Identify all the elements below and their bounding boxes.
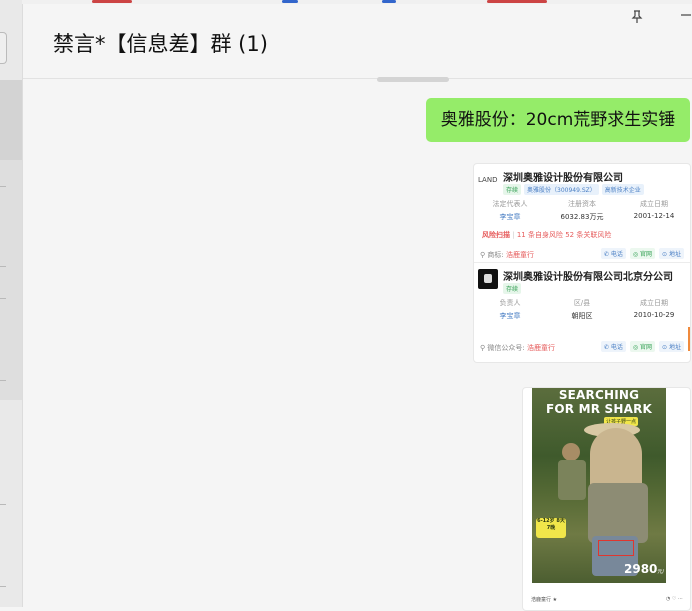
accent-bar [688,327,690,351]
chat-message-area[interactable]: 奥雅股份：20cm荒野求生实锤 LAND 深圳奥雅设计股份有限公司 存续 奥雅股份… [23,79,692,611]
chat-header: 禁言*【信息差】群 (1) [23,4,692,82]
child-figure-head [562,443,580,461]
highlight-box [598,540,634,556]
chat-title: 禁言*【信息差】群 (1) [53,32,268,56]
website-action: ◎ 官网 [629,341,656,352]
child-figure-body [558,460,586,500]
link-icon: ⚲ [480,344,486,352]
company-logo: LAND [478,170,498,190]
left-sidebar-strip [0,0,23,607]
phone-action: ✆ 电话 [600,248,626,259]
field-label: 法定代表人 [492,200,528,208]
sidebar-divider [0,186,6,187]
stock-tag: 奥雅股份（300949.SZ） [524,184,599,195]
wechat-account-row: ⚲ 微信公众号: 浩鹿童行 [480,344,555,352]
address-action: ⊙ 地址 [659,341,684,352]
pin-icon[interactable] [628,10,646,28]
poster-age-badge: 6-12岁 8天7晚 [536,518,566,538]
website-action: ◎ 官网 [629,248,656,259]
poster-footer-icons: ◔ ♡ ⋯ [665,596,683,602]
message-bubble-self[interactable]: 奥雅股份：20cm荒野求生实锤 [426,98,690,142]
company-entry: 深圳奥雅设计股份有限公司北京分公司 存续 负责人 李宝章 区/县 朝阳区 成立日… [474,263,690,361]
sidebar-divider [0,380,6,381]
capital-value: 6032.83万元 [560,213,604,221]
sidebar-divider [0,504,6,505]
sidebar-divider [0,586,6,587]
company-name: 深圳奥雅设计股份有限公司北京分公司 [503,272,673,283]
minimize-icon[interactable] [677,8,692,26]
sidebar-divider [0,298,6,299]
company-info-image[interactable]: LAND 深圳奥雅设计股份有限公司 存续 奥雅股份（300949.SZ） 高新技术企… [473,163,691,363]
sidebar-selected-item[interactable] [0,80,22,160]
trademark-row: ⚲ 商标: 浩鹿童行 [480,251,534,259]
legal-rep-value: 李宝章 [499,213,521,221]
sidebar-list-area[interactable] [0,160,22,400]
phone-action: ✆ 电话 [600,341,626,352]
sidebar-search-handle[interactable] [0,32,7,64]
link-icon: ⚲ [480,251,486,259]
poster-image-message[interactable]: SEARCHING FOR MR SHARK 让孩子野一点 6-12岁 8天7晚… [522,387,691,611]
risk-scan-row: 风险扫描 | 11 条自身风险 52 条关联风险 [482,231,612,239]
district-value: 朝阳区 [571,312,593,320]
field-label: 注册资本 [568,200,596,208]
field-label: 成立日期 [640,299,668,307]
adult-figure-head [590,428,642,490]
hitech-tag: 高新技术企业 [601,184,644,195]
founded-date-value: 2010-10-29 [633,311,675,319]
company-logo [478,269,498,289]
address-action: ⊙ 地址 [659,248,684,259]
poster-image: SEARCHING FOR MR SHARK 让孩子野一点 6-12岁 8天7晚… [532,388,666,583]
status-badge: 存续 [503,283,522,294]
field-label: 成立日期 [640,200,668,208]
status-badge: 存续 [503,184,522,195]
poster-footer: 浩鹿童行 ★ ◔ ♡ ⋯ [531,596,683,603]
founded-date-value: 2001-12-14 [633,212,675,220]
poster-price: 2980元/人 [624,562,665,576]
company-entry: LAND 深圳奥雅设计股份有限公司 存续 奥雅股份（300949.SZ） 高新技术企… [474,164,690,263]
poster-headline: SEARCHING FOR MR SHARK [545,388,653,416]
field-label: 区/县 [573,299,591,307]
adult-figure-body [588,483,648,543]
company-name: 深圳奥雅设计股份有限公司 [503,173,623,184]
manager-value: 李宝章 [499,312,521,320]
field-label: 负责人 [499,299,521,307]
sidebar-divider [0,266,6,267]
